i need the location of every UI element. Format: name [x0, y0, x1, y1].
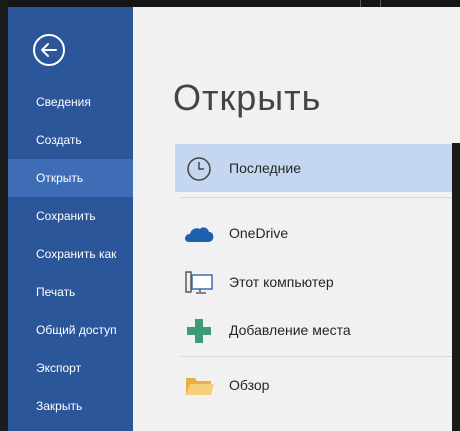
plus-icon [187, 319, 211, 343]
sidebar-item-save[interactable]: Сохранить [8, 197, 133, 235]
sidebar-item-share[interactable]: Общий доступ [8, 311, 133, 349]
place-label: OneDrive [229, 225, 289, 241]
window-left-edge [0, 0, 8, 431]
place-label: Обзор [229, 377, 270, 393]
window-top-strip [0, 0, 460, 7]
divider [181, 197, 460, 198]
divider [181, 356, 460, 357]
computer-icon [185, 271, 213, 294]
back-arrow-icon [41, 43, 57, 57]
sidebar-item-close[interactable]: Закрыть [8, 387, 133, 425]
folder-icon [186, 378, 214, 395]
place-onedrive[interactable]: OneDrive [175, 209, 460, 257]
backstage-main: Открыть Последние OneDrive Этот компьюте… [133, 7, 460, 431]
place-browse[interactable]: Обзор [175, 361, 460, 409]
clock-icon [187, 157, 211, 181]
divider [360, 0, 361, 7]
sidebar-item-export[interactable]: Экспорт [8, 349, 133, 387]
sidebar-item-open[interactable]: Открыть [8, 159, 133, 197]
place-label: Последние [229, 160, 302, 176]
backstage-sidebar: Сведения Создать Открыть Сохранить Сохра… [8, 7, 133, 431]
sidebar-item-new[interactable]: Создать [8, 121, 133, 159]
place-this-pc[interactable]: Этот компьютер [175, 258, 460, 306]
back-button[interactable] [33, 34, 65, 66]
place-label: Добавление места [229, 322, 351, 338]
window-right-edge [452, 143, 460, 431]
word-window: Сведения Создать Открыть Сохранить Сохра… [0, 0, 460, 431]
cloud-icon [185, 227, 214, 242]
sidebar-item-print[interactable]: Печать [8, 273, 133, 311]
sidebar-item-save-as[interactable]: Сохранить как [8, 235, 133, 273]
page-title: Открыть [173, 77, 322, 118]
divider [380, 0, 381, 7]
place-add-place[interactable]: Добавление места [175, 306, 460, 354]
place-label: Этот компьютер [229, 274, 334, 290]
sidebar-item-info[interactable]: Сведения [8, 83, 133, 121]
place-recent[interactable]: Последние [175, 144, 460, 192]
